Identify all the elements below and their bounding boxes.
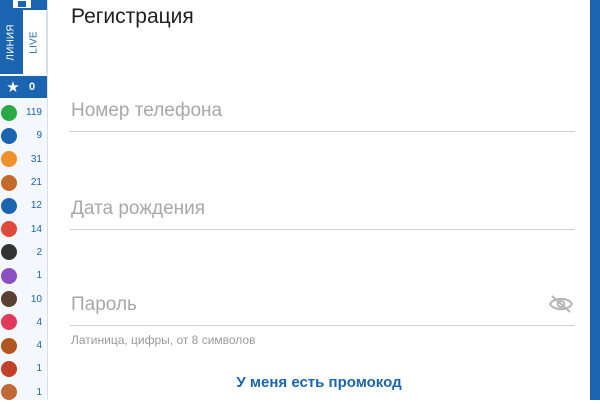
sport-count: 1 xyxy=(36,270,42,282)
sport-count: 1 xyxy=(36,386,42,398)
figure-skating-icon xyxy=(1,267,17,284)
rugby-ball-icon xyxy=(1,360,17,377)
sport-item[interactable]: 119 xyxy=(0,101,47,124)
sport-item[interactable]: 21 xyxy=(0,171,47,194)
tab-live[interactable]: LIVE xyxy=(23,10,47,74)
tennis-ball-icon xyxy=(1,127,17,144)
promo-code-link[interactable]: У меня есть промокод xyxy=(48,374,590,391)
sport-item[interactable]: 1 xyxy=(0,357,47,380)
right-accent-bar xyxy=(590,0,600,400)
sport-item[interactable]: 14 xyxy=(0,217,47,240)
phone-underline xyxy=(70,131,575,132)
favorites-item[interactable]: ★ 0 xyxy=(0,76,47,98)
birthdate-underline xyxy=(70,229,575,230)
sport-item[interactable]: 9 xyxy=(0,124,47,147)
star-icon: ★ xyxy=(6,79,20,96)
password-hint: Латиница, цифры, от 8 символов xyxy=(71,333,256,347)
soccer-ball-icon xyxy=(1,104,17,121)
sport-item[interactable]: 4 xyxy=(0,311,47,334)
sport-item[interactable]: 2 xyxy=(0,241,47,264)
sport-item[interactable]: 4 xyxy=(0,334,47,357)
sport-item[interactable]: 10 xyxy=(0,287,47,310)
registration-panel: Регистрация Номер телефона Дата рождения… xyxy=(48,0,590,400)
sport-count: 9 xyxy=(36,130,42,142)
sport-count: 1 xyxy=(36,363,42,375)
sport-count: 4 xyxy=(36,316,42,328)
american-football-icon xyxy=(1,337,17,354)
sport-count: 21 xyxy=(30,177,42,189)
sport-count: 4 xyxy=(36,340,42,352)
sport-count: 2 xyxy=(36,246,42,258)
table-tennis-icon xyxy=(1,221,17,238)
gamepad-icon xyxy=(1,314,17,331)
tab-liniya-label: ЛИНИЯ xyxy=(6,23,18,61)
password-placeholder: Пароль xyxy=(71,294,137,315)
birthdate-placeholder: Дата рождения xyxy=(71,198,206,219)
hockey-puck-icon xyxy=(1,197,17,214)
tab-liniya[interactable]: ЛИНИЯ xyxy=(0,10,23,74)
logo[interactable] xyxy=(0,0,47,10)
sport-count: 119 xyxy=(26,107,42,119)
sport-list: 119 9 31 21 12 14 2 1 10 4 4 1 1 xyxy=(0,101,47,404)
page-title: Регистрация xyxy=(71,5,194,28)
basketball-icon xyxy=(1,151,17,168)
sport-count: 14 xyxy=(30,223,42,235)
tab-live-label: LIVE xyxy=(28,30,40,54)
favorites-count: 0 xyxy=(29,81,36,93)
password-field[interactable]: Пароль xyxy=(70,286,575,326)
sport-sidebar: ЛИНИЯ LIVE ★ 0 119 9 31 21 12 14 2 1 10 4 4 1 1 xyxy=(0,0,48,401)
sport-count: 12 xyxy=(30,200,42,212)
birthdate-field[interactable]: Дата рождения xyxy=(70,190,575,230)
logo-mark xyxy=(13,0,31,8)
sidebar-tabs: ЛИНИЯ LIVE xyxy=(0,10,47,74)
volleyball-icon xyxy=(1,174,17,191)
password-underline xyxy=(70,325,575,326)
phone-placeholder: Номер телефона xyxy=(71,100,223,121)
sport-count: 10 xyxy=(30,293,42,305)
sport-count: 31 xyxy=(30,153,42,165)
eye-off-icon[interactable] xyxy=(549,295,573,313)
sport-item[interactable]: 12 xyxy=(0,194,47,217)
sport-item[interactable]: 1 xyxy=(0,264,47,287)
phone-field[interactable]: Номер телефона xyxy=(70,92,575,132)
sport-item[interactable]: 1 xyxy=(0,381,47,404)
athletics-icon xyxy=(1,291,17,308)
billiards-ball-icon xyxy=(1,244,17,261)
handball-icon xyxy=(1,384,17,401)
sport-item[interactable]: 31 xyxy=(0,148,47,171)
